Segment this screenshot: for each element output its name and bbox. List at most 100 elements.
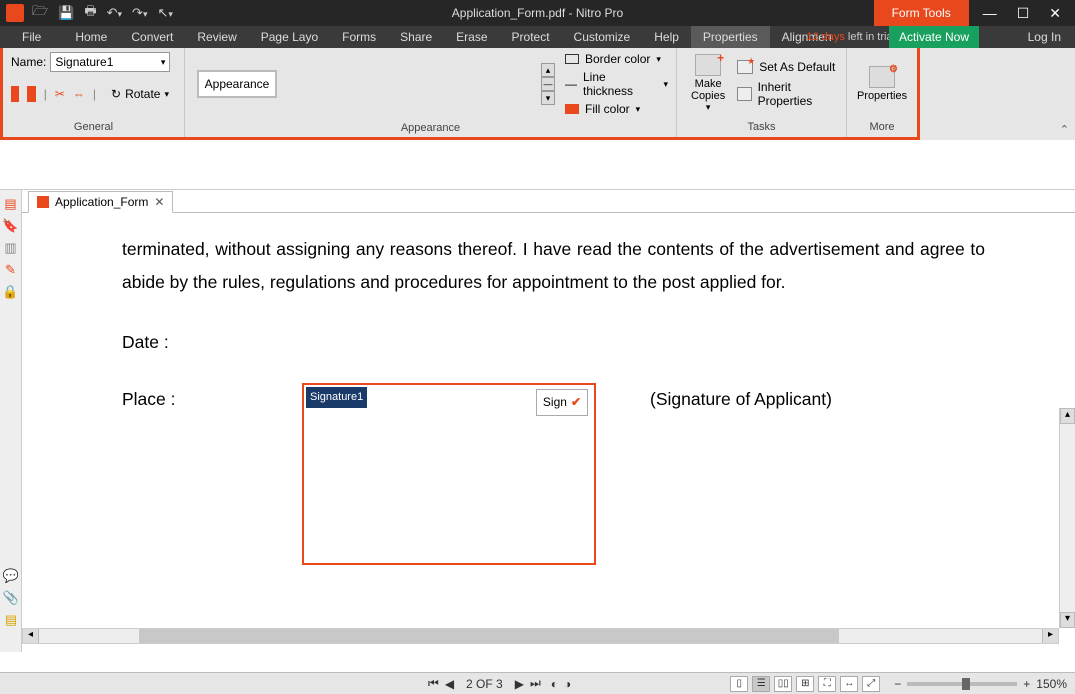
page-indicator[interactable]: 2 OF 3 bbox=[466, 677, 503, 691]
signature-field[interactable]: Signature1 Sign✔ bbox=[302, 383, 596, 565]
scroll-left-icon[interactable]: ◂ bbox=[23, 629, 39, 643]
style-scroll-mid-icon[interactable]: — bbox=[541, 77, 555, 91]
align-icon[interactable]: ⇔ bbox=[73, 87, 85, 101]
zoom-value[interactable]: 150% bbox=[1036, 677, 1067, 691]
redo-icon[interactable]: ↷▾ bbox=[132, 5, 147, 21]
ribbon-group-appearance: Appearance ▴ — ▾ Border color▾ —Line thi… bbox=[185, 48, 677, 137]
properties-button[interactable]: Properties bbox=[851, 64, 913, 104]
inherit-properties-button[interactable]: Inherit Properties bbox=[737, 80, 838, 108]
signatures-panel-icon[interactable]: ✎ bbox=[5, 262, 16, 278]
tab-application-form[interactable]: Application_Form ✕ bbox=[28, 191, 173, 213]
field-name-label: Name: bbox=[11, 55, 46, 69]
menu-page-layout[interactable]: Page Layo bbox=[249, 26, 330, 48]
set-default-icon bbox=[737, 60, 753, 74]
make-copies-icon bbox=[695, 54, 721, 76]
context-tab-form-tools[interactable]: Form Tools bbox=[874, 0, 969, 26]
minimize-icon[interactable]: — bbox=[983, 5, 997, 21]
view-facing-cont-icon[interactable]: ⊞ bbox=[796, 676, 814, 692]
view-continuous-icon[interactable]: ☰ bbox=[752, 676, 770, 692]
bookmarks-panel-icon[interactable]: 🔖 bbox=[2, 218, 18, 234]
zoom-slider[interactable] bbox=[907, 682, 1017, 686]
zoom-knob[interactable] bbox=[962, 678, 970, 690]
place-label: Place : bbox=[122, 383, 302, 416]
layers-panel-icon[interactable]: ▥ bbox=[4, 240, 16, 256]
style-scroll-down-icon[interactable]: ▾ bbox=[541, 91, 555, 105]
vertical-scrollbar[interactable]: ▴ ▾ bbox=[1059, 408, 1075, 628]
properties-label: Properties bbox=[857, 90, 907, 102]
folder-open-icon[interactable]: 🗁 bbox=[32, 2, 48, 24]
group-label-general: General bbox=[3, 119, 184, 137]
signature-field-name: Signature1 bbox=[306, 387, 367, 408]
set-default-label: Set As Default bbox=[759, 60, 835, 74]
undo-icon[interactable]: ↶▾ bbox=[107, 5, 122, 21]
scroll-right-icon[interactable]: ▸ bbox=[1042, 629, 1058, 643]
date-label: Date : bbox=[122, 326, 985, 359]
print-icon[interactable]: 🖶 bbox=[84, 2, 96, 24]
appearance-preview[interactable]: Appearance bbox=[197, 70, 277, 98]
pdf-icon bbox=[37, 196, 49, 208]
border-color-button[interactable]: Border color▾ bbox=[565, 52, 668, 66]
first-page-icon[interactable]: ⏮ bbox=[428, 676, 439, 691]
rotate-button[interactable]: ↻Rotate▾ bbox=[104, 84, 176, 104]
select-field-icon[interactable] bbox=[11, 86, 19, 102]
tab-close-icon[interactable]: ✕ bbox=[154, 195, 164, 209]
view-fit-page-icon[interactable]: ⤢ bbox=[862, 676, 880, 692]
set-default-button[interactable]: Set As Default bbox=[737, 60, 838, 74]
close-icon[interactable]: ✕ bbox=[1049, 5, 1061, 22]
prev-page-icon[interactable]: ◀ bbox=[445, 677, 454, 691]
zoom-out-icon[interactable]: − bbox=[894, 677, 901, 691]
scroll-up-icon[interactable]: ▴ bbox=[1060, 408, 1075, 424]
security-panel-icon[interactable]: 🔒 bbox=[2, 284, 18, 300]
last-page-icon[interactable]: ⏭ bbox=[530, 676, 541, 691]
horizontal-scrollbar[interactable]: ◂ ▸ bbox=[22, 628, 1059, 644]
collapse-ribbon-icon[interactable]: ⌃ bbox=[1060, 123, 1069, 136]
scroll-thumb[interactable] bbox=[139, 629, 839, 643]
save-icon[interactable]: 💾 bbox=[58, 5, 74, 21]
cut-icon[interactable]: ✂ bbox=[55, 87, 65, 101]
menu-review[interactable]: Review bbox=[185, 26, 248, 48]
scroll-track[interactable] bbox=[1060, 424, 1075, 612]
field-name-combo[interactable]: Signature1▾ bbox=[50, 52, 170, 72]
menu-convert[interactable]: Convert bbox=[119, 26, 185, 48]
pointer-icon[interactable]: ↖▾ bbox=[157, 5, 172, 21]
app-logo-icon bbox=[6, 4, 24, 22]
view-fit-width-icon[interactable]: ↔ bbox=[840, 676, 858, 692]
sign-button[interactable]: Sign✔ bbox=[536, 389, 588, 416]
quick-access-toolbar: 🗁 💾 🖶 ↶▾ ↷▾ ↖▾ bbox=[32, 2, 173, 24]
activate-button[interactable]: Activate Now bbox=[889, 26, 979, 48]
view-facing-icon[interactable]: ▯▯ bbox=[774, 676, 792, 692]
zoom-in-icon[interactable]: + bbox=[1023, 677, 1030, 691]
output-panel-icon[interactable]: ▤ bbox=[5, 612, 17, 628]
view-single-icon[interactable]: ▯ bbox=[730, 676, 748, 692]
document-page: terminated, without assigning any reason… bbox=[22, 213, 1075, 652]
line-thickness-button[interactable]: —Line thickness▾ bbox=[565, 70, 668, 98]
group-label-more: More bbox=[847, 119, 917, 137]
prev-view-icon[interactable]: ◐ bbox=[551, 677, 558, 691]
menu-protect[interactable]: Protect bbox=[500, 26, 562, 48]
make-copies-button[interactable]: Make Copies▾ bbox=[685, 52, 731, 115]
next-page-icon[interactable]: ▶ bbox=[515, 677, 524, 691]
comments-panel-icon[interactable]: 💬 bbox=[3, 568, 19, 584]
menu-customize[interactable]: Customize bbox=[562, 26, 643, 48]
attachments-panel-icon[interactable]: 📎 bbox=[3, 590, 19, 606]
trial-days: 12 days bbox=[806, 31, 845, 43]
menu-file[interactable]: File bbox=[0, 26, 63, 48]
login-button[interactable]: Log In bbox=[1028, 26, 1061, 48]
pages-panel-icon[interactable]: ▤ bbox=[4, 196, 16, 212]
inherit-icon bbox=[737, 87, 751, 101]
menu-home[interactable]: Home bbox=[63, 26, 119, 48]
fill-color-button[interactable]: Fill color▾ bbox=[565, 102, 668, 116]
menu-properties[interactable]: Properties bbox=[691, 26, 770, 48]
scroll-down-icon[interactable]: ▾ bbox=[1060, 612, 1075, 628]
menu-help[interactable]: Help bbox=[642, 26, 691, 48]
properties-icon bbox=[869, 66, 895, 88]
menu-forms[interactable]: Forms bbox=[330, 26, 388, 48]
document-tabs: Application_Form ✕ bbox=[22, 190, 1075, 213]
next-view-icon[interactable]: ◑ bbox=[564, 677, 571, 691]
menu-erase[interactable]: Erase bbox=[444, 26, 499, 48]
view-fullscreen-icon[interactable]: ⛶ bbox=[818, 676, 836, 692]
maximize-icon[interactable]: ☐ bbox=[1017, 5, 1030, 22]
select-field-alt-icon[interactable] bbox=[27, 86, 35, 102]
style-scroll-up-icon[interactable]: ▴ bbox=[541, 63, 555, 77]
menu-share[interactable]: Share bbox=[388, 26, 444, 48]
